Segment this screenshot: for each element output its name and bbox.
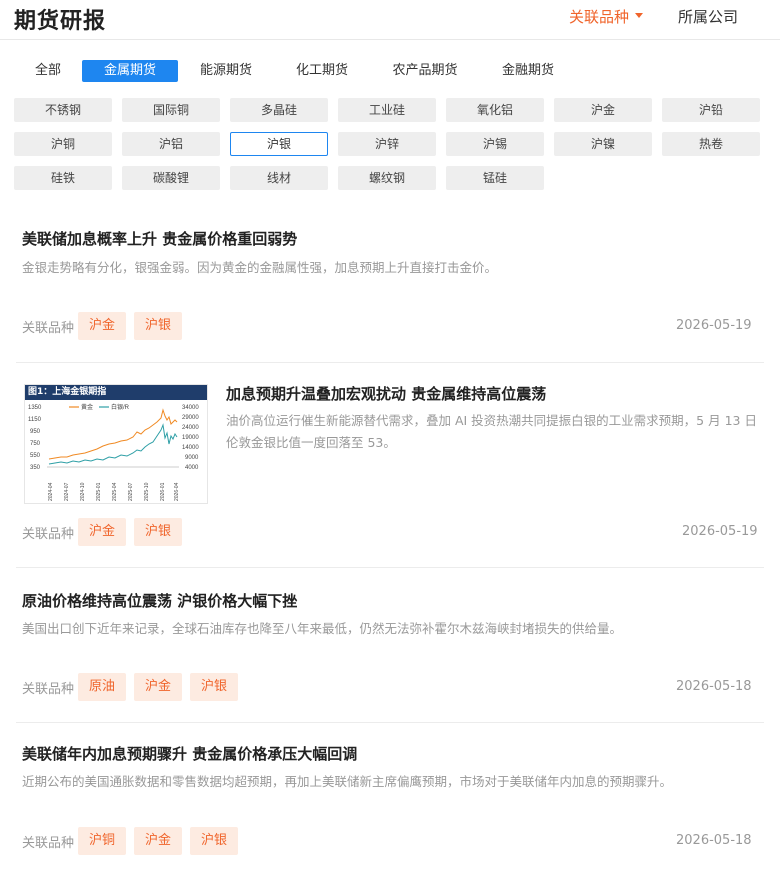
article-title[interactable]: 美联储加息概率上升 贵金属价格重回弱势 [22,228,297,249]
x-tick: 2026-04 [174,482,180,501]
article-item: 美联储年内加息预期骤升 贵金属价格承压大幅回调 近期公布的美国通胀数据和零售数据… [16,723,764,877]
y-left-tick: 750 [30,441,41,447]
product-tag[interactable]: 沪金 [134,827,183,855]
y-left-tick: 350 [30,465,41,471]
article-summary: 油价高位运行催生新能源替代需求，叠加 AI 投资热潮共同提振白银的工业需求预期，… [226,413,757,450]
x-tick: 2025-10 [144,482,150,501]
y-right-tick: 4000 [185,465,199,471]
product-tag[interactable]: 原油 [78,673,127,701]
legend-gold: 黄金 [81,403,93,411]
y-right-tick: 19000 [182,435,199,441]
chip-product[interactable]: 不锈钢 [14,98,112,122]
related-products: 关联品种 沪金 沪银 [22,518,190,546]
article-date: 2026-05-19 [676,318,752,333]
chip-product[interactable]: 螺纹钢 [338,166,436,190]
article-date: 2026-05-18 [676,833,752,848]
product-tag[interactable]: 沪铜 [78,827,127,855]
related-label: 关联品种 [22,526,75,542]
thumbnail-chart: 1350 1150 950 750 550 350 34000 29000 24… [28,403,199,501]
product-tag[interactable]: 沪金 [134,673,183,701]
legend-silver: 白银/R [111,403,130,411]
chip-product[interactable]: 硅铁 [14,166,112,190]
article-summary: 美国出口创下近年来记录，全球石油库存也降至八年来最低，仍然无法弥补霍尔木兹海峡封… [22,621,623,636]
page-header: 期货研报 关联品种 所属公司 [0,0,780,40]
x-tick: 2025-07 [128,482,134,501]
product-tag[interactable]: 沪银 [134,312,183,340]
article-title[interactable]: 原油价格维持高位震荡 沪银价格大幅下挫 [22,590,297,611]
x-tick: 2025-04 [112,482,118,501]
page-title: 期货研报 [14,9,107,34]
category-tabs: 全部 金属期货 能源期货 化工期货 农产品期货 金融期货 [0,60,780,84]
product-tag[interactable]: 沪金 [78,518,127,546]
y-left-tick: 950 [30,429,41,435]
related-label: 关联品种 [22,835,75,851]
y-right-tick: 14000 [182,445,199,451]
tab-all[interactable]: 全部 [22,60,74,82]
article-thumbnail[interactable]: 图1：上海金银期指 1350 1150 950 750 550 350 3400… [24,384,208,504]
article-summary: 金银走势略有分化，银强金弱。因为黄金的金融属性强，加息预期上升直接打击金价。 [22,260,498,275]
y-left-tick: 1350 [28,405,42,411]
related-label: 关联品种 [22,320,75,336]
article-item: 原油价格维持高位震荡 沪银价格大幅下挫 美国出口创下近年来记录，全球石油库存也降… [16,568,764,723]
chip-product[interactable]: 沪锌 [338,132,436,156]
related-label: 关联品种 [22,681,75,697]
related-product-filter-label: 关联品种 [569,8,630,26]
chevron-down-icon [635,13,644,18]
thumbnail-title: 图1：上海金银期指 [25,385,207,400]
chip-product[interactable]: 沪锡 [446,132,544,156]
related-product-filter[interactable]: 关联品种 [569,6,644,27]
product-tag[interactable]: 沪银 [190,673,239,701]
related-products: 关联品种 原油 沪金 沪银 [22,673,246,701]
chip-product[interactable]: 锰硅 [446,166,544,190]
chip-product[interactable]: 沪铝 [122,132,220,156]
chip-product[interactable]: 国际铜 [122,98,220,122]
chip-product-selected[interactable]: 沪银 [230,132,328,156]
tab-metal-futures[interactable]: 金属期货 [82,60,178,82]
chip-product[interactable]: 氧化铝 [446,98,544,122]
x-tick: 2026-01 [160,482,166,501]
article-title[interactable]: 加息预期升温叠加宏观扰动 贵金属维持高位震荡 [226,383,546,404]
tab-agricultural-futures[interactable]: 农产品期货 [378,60,472,82]
y-left-tick: 550 [30,453,41,459]
chip-product[interactable]: 沪铅 [662,98,760,122]
article-item: 图1：上海金银期指 1350 1150 950 750 550 350 3400… [16,363,764,568]
chip-product[interactable]: 线材 [230,166,328,190]
x-tick: 2024-04 [48,482,54,501]
tab-energy-futures[interactable]: 能源期货 [186,60,266,82]
y-right-tick: 34000 [182,405,199,411]
chip-product[interactable]: 多晶硅 [230,98,328,122]
chip-product[interactable]: 沪铜 [14,132,112,156]
article-title[interactable]: 美联储年内加息预期骤升 贵金属价格承压大幅回调 [22,743,357,764]
article-summary: 近期公布的美国通胀数据和零售数据均超预期，再加上美联储新主席偏鹰预期，市场对于美… [22,774,673,789]
x-tick: 2025-01 [96,482,102,501]
article-date: 2026-05-18 [676,679,752,694]
x-tick: 2024-10 [80,482,86,501]
chip-product[interactable]: 工业硅 [338,98,436,122]
chip-product[interactable]: 碳酸锂 [122,166,220,190]
chip-product[interactable]: 沪金 [554,98,652,122]
tab-financial-futures[interactable]: 金融期货 [488,60,568,82]
x-tick: 2024-07 [64,482,70,501]
y-right-tick: 29000 [182,415,199,421]
related-products: 关联品种 沪铜 沪金 沪银 [22,827,246,855]
tab-chemical-futures[interactable]: 化工期货 [282,60,362,82]
article-item: 美联储加息概率上升 贵金属价格重回弱势 金银走势略有分化，银强金弱。因为黄金的金… [16,208,764,363]
y-right-tick: 9000 [185,455,199,461]
related-products: 关联品种 沪金 沪银 [22,312,190,340]
chip-product[interactable]: 热卷 [662,132,760,156]
product-tag[interactable]: 沪金 [78,312,127,340]
article-date: 2026-05-19 [682,524,758,539]
y-left-tick: 1150 [28,417,42,423]
product-tag[interactable]: 沪银 [134,518,183,546]
product-tag[interactable]: 沪银 [190,827,239,855]
y-right-tick: 24000 [182,425,199,431]
chip-product[interactable]: 沪镍 [554,132,652,156]
company-filter[interactable]: 所属公司 [678,6,738,27]
